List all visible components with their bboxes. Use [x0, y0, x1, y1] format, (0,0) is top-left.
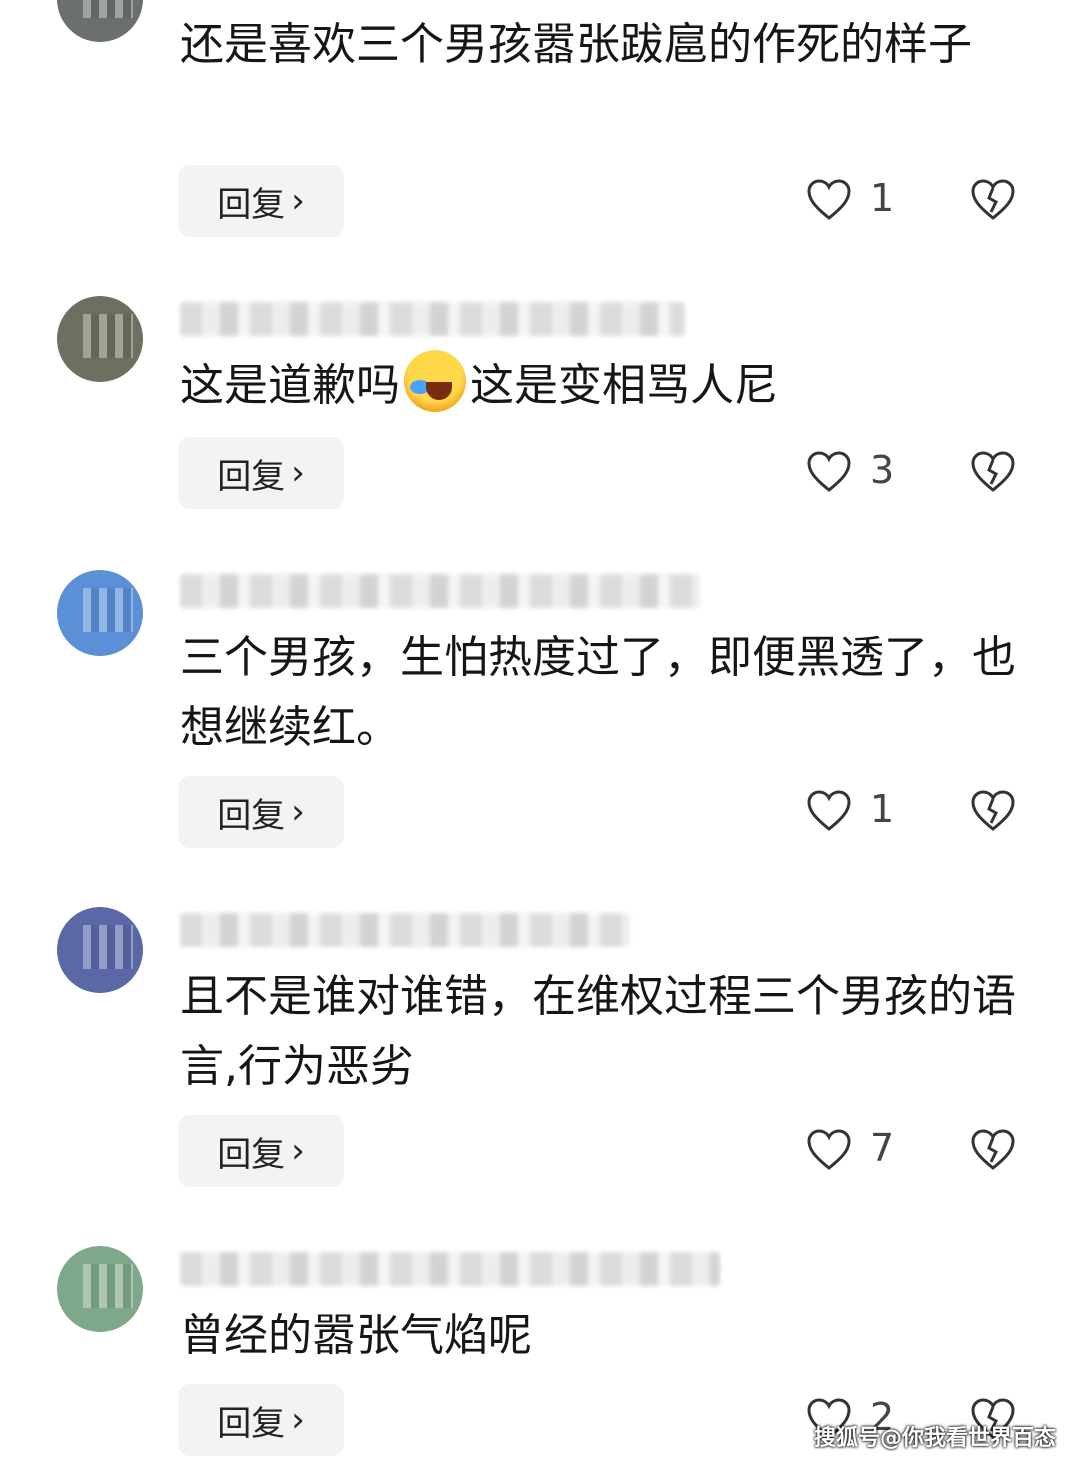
username-blurred: [180, 913, 630, 947]
comment-text: 这是道歉吗 这是变相骂人尼: [180, 350, 1030, 421]
reply-label: 回复: [217, 1403, 286, 1444]
heart-icon[interactable]: [806, 450, 852, 494]
broken-heart-icon[interactable]: [970, 178, 1016, 222]
broken-heart-icon[interactable]: [970, 450, 1016, 494]
like-count: 7: [870, 1126, 895, 1170]
reply-button[interactable]: 回复 ›: [178, 776, 344, 848]
avatar[interactable]: [57, 1246, 143, 1332]
username-blurred: [180, 574, 700, 608]
laughing-crying-emoji-icon: [404, 350, 466, 412]
username-blurred: [180, 1252, 720, 1286]
broken-heart-icon[interactable]: [970, 1128, 1016, 1172]
watermark: 搜狐号@你我看世界百态: [813, 1426, 1056, 1451]
like-count: 3: [870, 448, 895, 492]
chevron-right-icon: ›: [291, 453, 305, 493]
reply-label: 回复: [217, 1134, 286, 1175]
avatar[interactable]: [57, 570, 143, 656]
reply-button[interactable]: 回复 ›: [178, 1384, 344, 1456]
avatar[interactable]: [57, 907, 143, 993]
comment-text: 还是喜欢三个男孩嚣张跋扈的作死的样子: [180, 19, 972, 70]
heart-icon[interactable]: [806, 1128, 852, 1172]
reply-label: 回复: [217, 795, 286, 836]
chevron-right-icon: ›: [291, 1400, 305, 1440]
reply-label: 回复: [217, 184, 286, 225]
chevron-right-icon: ›: [291, 1131, 305, 1171]
like-count: 1: [870, 176, 895, 220]
like-count: 1: [870, 787, 895, 831]
comment-text: 三个男孩，生怕热度过了，即便黑透了，也想继续红。: [180, 632, 1016, 753]
comment-text-part: 这是道歉吗: [180, 360, 400, 411]
reply-label: 回复: [217, 456, 286, 497]
heart-icon[interactable]: [806, 789, 852, 833]
username-blurred: [180, 302, 685, 336]
comment-text: 曾经的嚣张气焰呢: [180, 1310, 532, 1361]
broken-heart-icon[interactable]: [970, 789, 1016, 833]
reply-button[interactable]: 回复 ›: [178, 437, 344, 509]
comment-text: 且不是谁对谁错，在维权过程三个男孩的语言,行为恶劣: [180, 971, 1016, 1092]
avatar[interactable]: [57, 0, 143, 42]
heart-icon[interactable]: [806, 178, 852, 222]
chevron-right-icon: ›: [291, 792, 305, 832]
reply-button[interactable]: 回复 ›: [178, 165, 344, 237]
reply-button[interactable]: 回复 ›: [178, 1115, 344, 1187]
avatar[interactable]: [57, 296, 143, 382]
comment-text-part: 这是变相骂人尼: [470, 360, 778, 411]
chevron-right-icon: ›: [291, 181, 305, 221]
